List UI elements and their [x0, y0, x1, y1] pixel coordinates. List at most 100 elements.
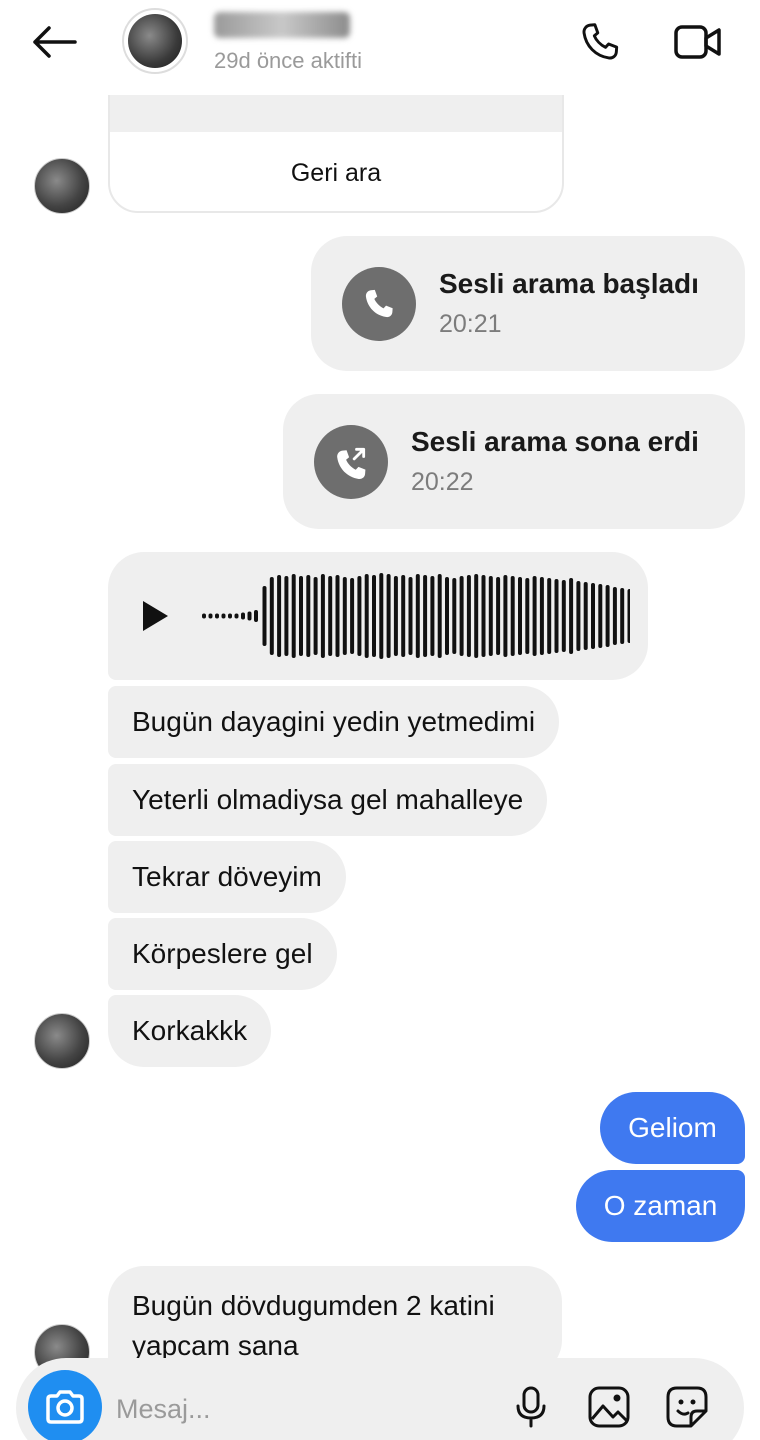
waveform-bar [379, 573, 384, 659]
back-button[interactable] [28, 20, 80, 64]
waveform-bar [415, 574, 420, 658]
phone-icon [582, 23, 619, 60]
waveform-bar [612, 587, 617, 645]
waveform-bar [518, 577, 522, 655]
sticker-button[interactable] [662, 1382, 712, 1432]
waveform-bar [459, 576, 464, 656]
waveform-bar [423, 575, 428, 657]
waveform-bar [408, 577, 413, 655]
waveform-bar [598, 584, 603, 648]
waveform-bar [532, 576, 537, 656]
waveform-bar [262, 586, 267, 646]
message-received[interactable]: Bugün dayagini yedin yetmedimi [108, 686, 560, 758]
waveform-bar [254, 610, 258, 622]
sender-avatar[interactable] [34, 1013, 90, 1069]
message-received[interactable]: Yeterli olmadiysa gel mahalleye [108, 764, 548, 836]
waveform-bar [372, 575, 376, 657]
waveform-bar [269, 577, 274, 655]
waveform-bar [247, 611, 252, 621]
waveform-bar [576, 581, 581, 651]
waveform-bar [401, 575, 406, 657]
waveform-bar [350, 578, 355, 654]
voice-record-button[interactable] [506, 1382, 556, 1432]
waveform-bar [364, 574, 369, 658]
waveform-bar [583, 582, 588, 650]
waveform-bar [215, 613, 219, 619]
phone-outgoing-icon [337, 447, 366, 480]
call-started-icon [342, 267, 416, 341]
message-sent[interactable]: O zaman [576, 1170, 745, 1242]
camera-button[interactable] [28, 1370, 102, 1440]
sticker-icon [666, 1386, 708, 1428]
waveform-bar [605, 585, 610, 647]
waveform-bar [306, 575, 311, 657]
call-ended-title: Sesli arama sona erdi [411, 426, 699, 457]
waveform-bar [234, 613, 239, 619]
waveform-bar [357, 576, 362, 656]
call-ended-bubble[interactable]: Sesli arama sona erdi 20:22 [283, 394, 745, 529]
call-started-time: 20:21 [439, 310, 502, 338]
back-arrow-icon [33, 26, 77, 58]
waveform-bar [466, 575, 471, 657]
waveform-bar [241, 612, 245, 620]
waveform-bar [488, 576, 493, 656]
waveform-bar [284, 576, 289, 656]
waveform-bar [474, 574, 479, 658]
voice-call-button[interactable] [574, 16, 626, 68]
contact-name-redacted[interactable] [214, 12, 350, 38]
waveform-bar [437, 574, 442, 658]
waveform-bar [291, 574, 296, 658]
call-back-button[interactable]: Geri ara [110, 132, 562, 211]
waveform-bar [320, 574, 325, 658]
waveform-bar [547, 578, 552, 654]
waveform-bar [591, 583, 595, 649]
waveform-bar [386, 574, 391, 658]
active-status: 29d önce aktifti [214, 48, 362, 73]
chat-header: 29d önce aktifti [0, 0, 760, 95]
call-ended-icon [314, 425, 388, 499]
message-composer [16, 1358, 744, 1440]
phone-icon [365, 289, 393, 318]
waveform-bar [496, 577, 501, 655]
waveform-bar [342, 577, 347, 655]
video-call-button[interactable] [670, 16, 726, 68]
waveform-bar [202, 613, 206, 619]
gallery-button[interactable] [584, 1382, 634, 1432]
message-received[interactable]: Tekrar döveyim [108, 841, 346, 913]
waveform-bar [328, 576, 333, 656]
waveform-bar [525, 578, 530, 654]
waveform-bar [221, 613, 226, 619]
contact-avatar[interactable] [122, 8, 188, 74]
waveform-bar [554, 579, 559, 653]
call-started-bubble[interactable]: Sesli arama başladı 20:21 [311, 236, 745, 371]
message-input[interactable] [116, 1384, 496, 1434]
waveform-bar [430, 576, 435, 656]
camera-icon [46, 1390, 84, 1424]
waveform-bar [208, 613, 213, 619]
sender-avatar[interactable] [34, 158, 90, 214]
call-started-title: Sesli arama başladı [439, 268, 699, 299]
message-received[interactable]: Korkakkk [108, 995, 272, 1067]
video-camera-icon [674, 25, 721, 59]
voice-message[interactable] [108, 552, 648, 680]
waveform-bar [569, 578, 574, 654]
waveform-bar [277, 575, 282, 657]
play-icon[interactable] [140, 599, 170, 633]
waveform-bar [481, 575, 486, 657]
waveform-bar [452, 578, 457, 654]
waveform-bar [393, 576, 398, 656]
audio-waveform[interactable] [200, 552, 630, 680]
image-icon [588, 1386, 630, 1428]
waveform-bar [228, 613, 232, 619]
waveform-bar [445, 577, 449, 655]
waveform-bar [313, 577, 318, 655]
waveform-bar [510, 576, 515, 656]
message-received[interactable]: Körpeslere gel [108, 918, 337, 990]
waveform-bar [561, 580, 566, 652]
microphone-icon [516, 1386, 546, 1428]
waveform-bar [627, 589, 630, 643]
message-sent[interactable]: Geliom [600, 1092, 745, 1164]
waveform-bar [539, 577, 544, 655]
call-ended-time: 20:22 [411, 468, 474, 496]
waveform-bar [335, 575, 340, 657]
